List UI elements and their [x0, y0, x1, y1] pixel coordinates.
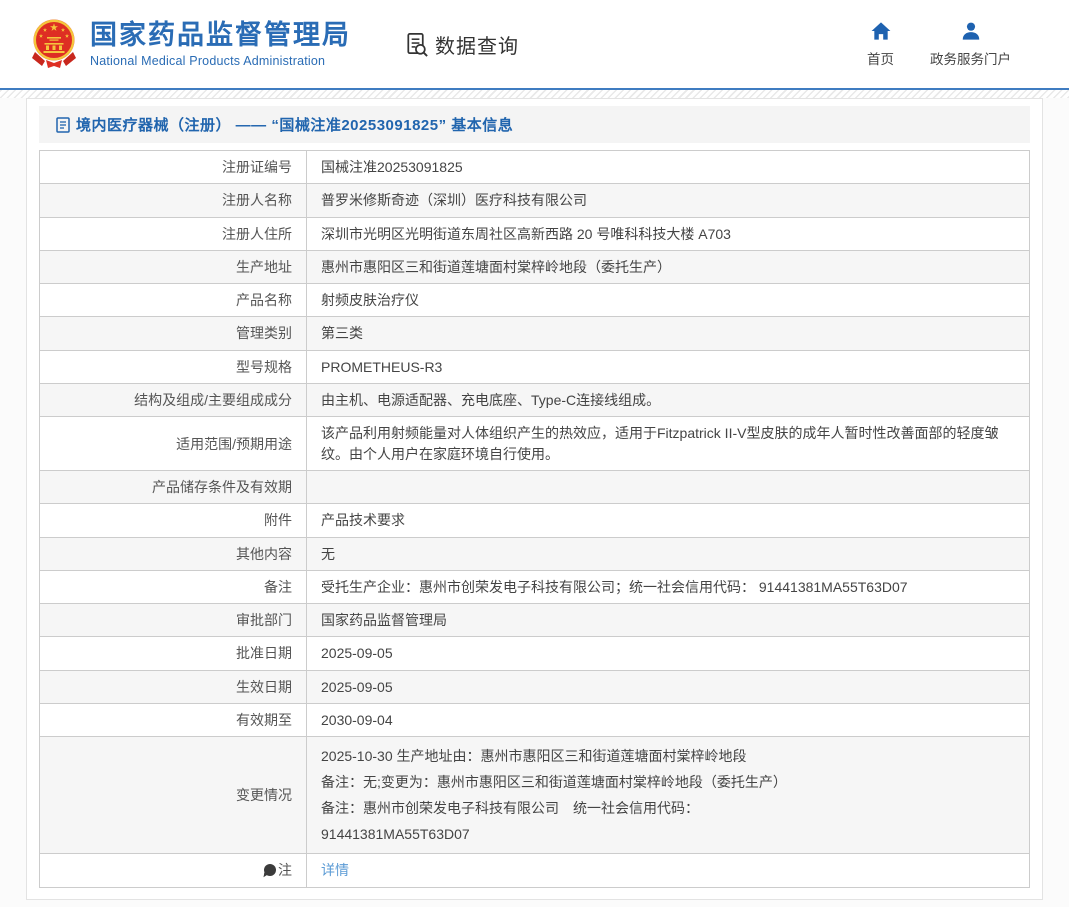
table-row: 注册证编号 国械注准20253091825	[39, 149, 1030, 185]
row-label: 有效期至	[39, 703, 307, 738]
info-table-body: 注册证编号 国械注准20253091825 注册人名称 普罗米修斯奇迹（深圳）医疗科技…	[39, 149, 1030, 888]
row-label: 批准日期	[39, 636, 307, 671]
row-label: 生产地址	[39, 249, 307, 285]
data-query-tab[interactable]: 数据查询	[403, 30, 519, 59]
site-title-cn: 国家药品监督管理局	[90, 19, 351, 50]
table-row: 变更情况 2025-10-30 生产地址由：惠州市惠阳区三和街道莲塘面村棠梓岭地段…	[39, 736, 1030, 855]
row-label: 型号规格	[39, 349, 307, 385]
table-row: 产品储存条件及有效期	[39, 469, 1030, 505]
row-label: 备注	[39, 569, 307, 605]
note-balloon-icon	[264, 864, 276, 877]
row-value: 射频皮肤治疗仪	[306, 283, 1030, 318]
page-title: 境内医疗器械（注册） —— “国械注准20253091825” 基本信息	[76, 117, 514, 134]
row-value-line: 备注：无;变更为：惠州市惠阳区三和街道莲塘面村棠梓岭地段（委托生产）	[321, 774, 787, 791]
table-row: 注册人住所 深圳市光明区光明街道东周社区高新西路 20 号唯科科技大楼 A703	[39, 216, 1030, 251]
row-value: 2030-09-04	[306, 703, 1030, 738]
row-label: 产品名称	[39, 283, 307, 318]
table-row: 生效日期 2025-09-05	[39, 669, 1030, 705]
table-row: 其他内容无	[39, 536, 1030, 571]
row-value: 该产品利用射频能量对人体组织产生的热效应，适用于Fitzpatrick II-V…	[306, 416, 1030, 471]
header: 国家药品监督管理局 National Medical Products Admi…	[0, 0, 1069, 88]
table-row: 有效期至 2030-09-04	[39, 703, 1030, 738]
row-label: 变更情况	[39, 736, 307, 855]
site-title-en: National Medical Products Administration	[90, 54, 326, 69]
row-value: 产品技术要求	[306, 503, 1030, 538]
row-label: 注	[39, 853, 307, 888]
nav-gov-portal[interactable]: 政务服务门户	[930, 20, 1011, 68]
table-row: 生产地址 惠州市惠阳区三和街道莲塘面村棠梓岭地段（委托生产）	[39, 249, 1030, 285]
row-value: 第三类	[306, 316, 1030, 351]
row-value: 国家药品监督管理局	[306, 603, 1030, 638]
row-label: 审批部门	[39, 603, 307, 638]
row-value: 2025-09-05	[306, 636, 1030, 671]
row-value: 无	[306, 536, 1030, 571]
nav-home[interactable]: 首页	[867, 20, 894, 68]
row-value-line: 2025-10-30 生产地址由：惠州市惠阳区三和街道莲塘面村棠梓岭地段	[321, 748, 747, 765]
row-value: 2025-10-30 生产地址由：惠州市惠阳区三和街道莲塘面村棠梓岭地段备注：无…	[306, 736, 1030, 855]
page-title-bar: 境内医疗器械（注册） —— “国械注准20253091825” 基本信息	[39, 106, 1030, 143]
row-value: 国械注准20253091825	[306, 149, 1030, 185]
row-label: 管理类别	[39, 316, 307, 351]
row-label: 生效日期	[39, 669, 307, 705]
table-row: 适用范围/预期用途 该产品利用射频能量对人体组织产生的热效应，适用于Fitzpat…	[39, 416, 1030, 471]
content-card: 境内医疗器械（注册） —— “国械注准20253091825” 基本信息 注册证…	[26, 98, 1043, 900]
row-value	[306, 469, 1030, 505]
row-value: 由主机、电源适配器、充电底座、Type-C连接线组成。	[306, 383, 1030, 418]
row-value-line: 备注：惠州市创荣发电子科技有限公司 统一社会信用代码：	[321, 800, 699, 817]
top-nav: 首页 政务服务门户	[867, 20, 1039, 68]
row-value: 普罗米修斯奇迹（深圳）医疗科技有限公司	[306, 183, 1030, 218]
detail-link[interactable]: 详情	[321, 862, 349, 878]
table-row: 批准日期 2025-09-05	[39, 636, 1030, 671]
row-label: 注册人名称	[39, 183, 307, 218]
nav-gov-portal-label: 政务服务门户	[930, 52, 1011, 67]
row-value: 受托生产企业：惠州市创荣发电子科技有限公司；统一社会信用代码： 91441381…	[306, 569, 1030, 605]
row-value-line: 91441381MA55T63D07	[321, 826, 470, 843]
row-label: 其他内容	[39, 536, 307, 571]
data-query-label: 数据查询	[435, 35, 519, 58]
nmpa-logo: 国家药品监督管理局 National Medical Products Admi…	[30, 18, 351, 70]
row-value: 惠州市惠阳区三和街道莲塘面村棠梓岭地段（委托生产）	[306, 249, 1030, 285]
page-title-doc-icon	[56, 116, 70, 133]
document-search-icon	[407, 32, 428, 57]
row-value: 详情	[306, 853, 1030, 888]
info-table: 注册证编号 国械注准20253091825 注册人名称 普罗米修斯奇迹（深圳）医疗科技…	[39, 149, 1030, 888]
table-row: 注册人名称 普罗米修斯奇迹（深圳）医疗科技有限公司	[39, 183, 1030, 218]
table-row: 附件 产品技术要求	[39, 503, 1030, 538]
table-row: 型号规格 PROMETHEUS-R3	[39, 349, 1030, 385]
row-value: 2025-09-05	[306, 669, 1030, 705]
row-label: 附件	[39, 503, 307, 538]
table-row: 管理类别 第三类	[39, 316, 1030, 351]
user-icon	[962, 22, 979, 40]
home-icon	[871, 22, 890, 40]
row-value: PROMETHEUS-R3	[306, 349, 1030, 385]
row-label: 注册人住所	[39, 216, 307, 251]
table-row: 产品名称 射频皮肤治疗仪	[39, 283, 1030, 318]
nav-home-label: 首页	[867, 52, 894, 67]
national-emblem-icon	[32, 19, 76, 68]
table-row: 审批部门 国家药品监督管理局	[39, 603, 1030, 638]
row-label: 注册证编号	[39, 149, 307, 185]
table-row: 备注 受托生产企业：惠州市创荣发电子科技有限公司；统一社会信用代码： 914413…	[39, 569, 1030, 605]
row-label: 产品储存条件及有效期	[39, 469, 307, 505]
table-row: 注详情	[39, 853, 1030, 888]
row-label: 结构及组成/主要组成成分	[39, 383, 307, 418]
table-row: 结构及组成/主要组成成分 由主机、电源适配器、充电底座、Type-C连接线组成。	[39, 383, 1030, 418]
row-value: 深圳市光明区光明街道东周社区高新西路 20 号唯科科技大楼 A703	[306, 216, 1030, 251]
row-label: 适用范围/预期用途	[39, 416, 307, 471]
hatch-band	[0, 90, 1069, 98]
